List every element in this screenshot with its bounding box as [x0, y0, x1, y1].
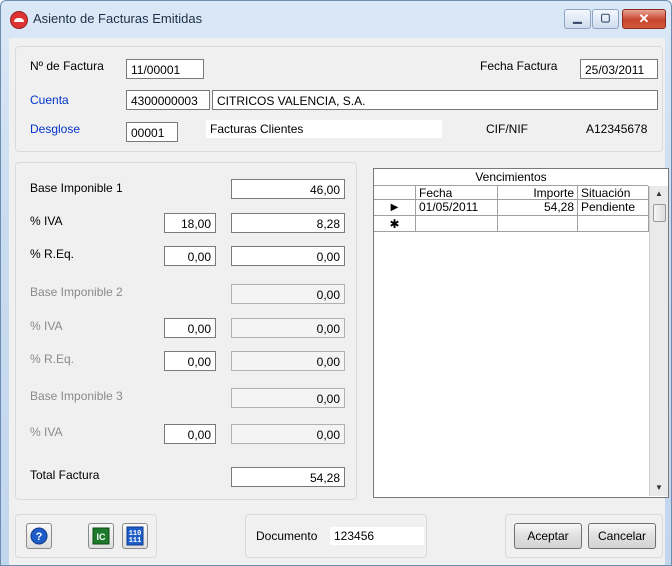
- help-icon: ?: [30, 527, 48, 545]
- cif-label: CIF/NIF: [486, 122, 528, 136]
- total-value: 54,28: [231, 467, 345, 487]
- row-indicator-current[interactable]: ▶: [374, 200, 416, 216]
- app-icon[interactable]: [10, 11, 28, 29]
- col-header-situacion[interactable]: Situación: [578, 186, 649, 200]
- iva2-label: % IVA: [30, 319, 63, 333]
- req2-pct-input[interactable]: 0,00: [164, 351, 216, 371]
- svg-text:IC: IC: [97, 532, 107, 542]
- base3-input[interactable]: 0,00: [231, 388, 345, 408]
- aceptar-button[interactable]: Aceptar: [514, 523, 582, 549]
- window: Asiento de Facturas Emitidas ▁ ▢ ✕ Nº de…: [0, 0, 672, 566]
- svg-text:111: 111: [129, 537, 142, 545]
- cell-importe[interactable]: 54,28: [498, 200, 578, 216]
- maximize-button[interactable]: ▢: [592, 9, 619, 29]
- title-bar[interactable]: Asiento de Facturas Emitidas ▁ ▢ ✕: [1, 1, 671, 37]
- factura-label: Nº de Factura: [30, 59, 104, 73]
- documento-value[interactable]: 123456: [330, 527, 424, 545]
- base2-input[interactable]: 0,00: [231, 284, 345, 304]
- factura-input[interactable]: 11/00001: [126, 59, 204, 79]
- actions-group: Aceptar Cancelar: [505, 514, 663, 558]
- row-indicator-new[interactable]: ✱: [374, 216, 416, 232]
- binary-button[interactable]: 110 111: [122, 523, 148, 549]
- iva3-label: % IVA: [30, 425, 63, 439]
- iva3-amount[interactable]: 0,00: [231, 424, 345, 444]
- desglose-link[interactable]: Desglose: [30, 122, 80, 136]
- row-header-corner: [374, 186, 416, 200]
- fecha-input[interactable]: 25/03/2011: [580, 59, 658, 79]
- iva2-amount[interactable]: 0,00: [231, 318, 345, 338]
- close-button[interactable]: ✕: [622, 9, 666, 29]
- grid-scrollbar[interactable]: ▲ ▼: [649, 186, 668, 496]
- base3-label: Base Imponible 3: [30, 389, 123, 403]
- documento-group: Documento 123456: [245, 514, 427, 558]
- cuenta-input[interactable]: 4300000003: [126, 90, 210, 110]
- documento-label: Documento: [256, 529, 318, 543]
- scroll-thumb[interactable]: [653, 204, 666, 222]
- req2-amount[interactable]: 0,00: [231, 351, 345, 371]
- cell-situacion[interactable]: Pendiente: [578, 200, 649, 216]
- vencimientos-grid[interactable]: Vencimientos Fecha Importe Situación ▶ 0…: [373, 168, 669, 498]
- minimize-icon: ▁: [573, 12, 582, 24]
- tools-group: ? IC 110 111: [15, 514, 157, 558]
- col-header-fecha[interactable]: Fecha: [416, 186, 498, 200]
- ic-icon: IC: [92, 527, 110, 545]
- cell-new-fecha[interactable]: [416, 216, 498, 232]
- binary-icon: 110 111: [126, 526, 144, 546]
- total-label: Total Factura: [30, 468, 100, 482]
- svg-text:?: ?: [36, 531, 43, 543]
- req1-pct-input[interactable]: 0,00: [164, 246, 216, 266]
- cif-value: A12345678: [586, 122, 648, 136]
- req2-label: % R.Eq.: [30, 352, 75, 366]
- iva1-amount[interactable]: 8,28: [231, 213, 345, 233]
- cancelar-button[interactable]: Cancelar: [588, 523, 656, 549]
- ic-button[interactable]: IC: [88, 523, 114, 549]
- cell-fecha[interactable]: 01/05/2011: [416, 200, 498, 216]
- iva1-pct-input[interactable]: 18,00: [164, 213, 216, 233]
- base1-label: Base Imponible 1: [30, 181, 123, 195]
- minimize-button[interactable]: ▁: [564, 9, 591, 29]
- maximize-icon: ▢: [600, 12, 611, 24]
- scroll-down-icon[interactable]: ▼: [650, 480, 668, 496]
- iva2-pct-input[interactable]: 0,00: [164, 318, 216, 338]
- base2-label: Base Imponible 2: [30, 285, 123, 299]
- req1-amount[interactable]: 0,00: [231, 246, 345, 266]
- cell-new-situacion[interactable]: [578, 216, 649, 232]
- scroll-up-icon[interactable]: ▲: [650, 186, 668, 202]
- invoice-header-group: Nº de Factura 11/00001 Fecha Factura 25/…: [15, 46, 663, 152]
- base1-input[interactable]: 46,00: [231, 179, 345, 199]
- cell-new-importe[interactable]: [498, 216, 578, 232]
- desglose-input[interactable]: 00001: [126, 122, 178, 142]
- fecha-label: Fecha Factura: [480, 59, 558, 73]
- bases-group: Base Imponible 1 46,00 % IVA 18,00 8,28 …: [15, 162, 357, 500]
- iva3-pct-input[interactable]: 0,00: [164, 424, 216, 444]
- window-title: Asiento de Facturas Emitidas: [33, 11, 203, 26]
- vencimientos-caption: Vencimientos: [374, 169, 648, 186]
- cuenta-link[interactable]: Cuenta: [30, 93, 69, 107]
- cuenta-name-field[interactable]: CITRICOS VALENCIA, S.A.: [212, 90, 658, 110]
- col-header-importe[interactable]: Importe: [498, 186, 578, 200]
- iva1-label: % IVA: [30, 214, 63, 228]
- desglose-name: Facturas Clientes: [206, 120, 442, 138]
- dialog-body: Nº de Factura 11/00001 Fecha Factura 25/…: [9, 38, 669, 565]
- help-button[interactable]: ?: [26, 523, 52, 549]
- req1-label: % R.Eq.: [30, 247, 75, 261]
- close-icon: ✕: [638, 11, 650, 26]
